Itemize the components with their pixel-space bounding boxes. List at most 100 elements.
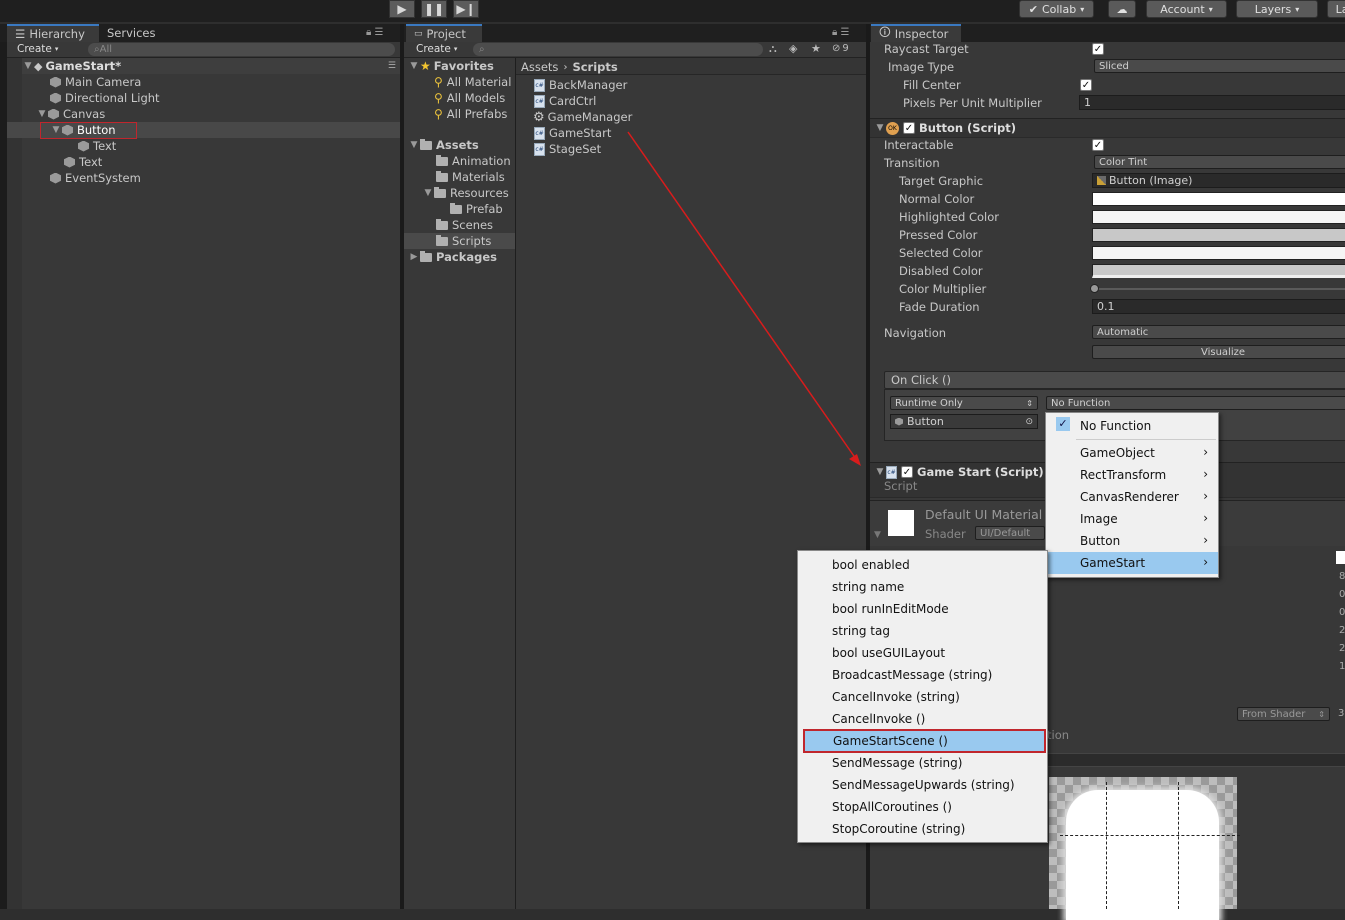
hidden-packages-toggle[interactable]: ⊘ 9 (832, 43, 849, 54)
filter-type-icon[interactable]: ⛬ (769, 42, 777, 56)
highlighted-color-swatch[interactable] (1092, 210, 1345, 224)
tab-hierarchy[interactable]: ☰ Hierarchy (7, 24, 99, 42)
interactable-checkbox[interactable]: ✓ (1092, 139, 1104, 151)
layers-button[interactable]: Layers ▾ (1236, 0, 1318, 18)
collab-button[interactable]: ✔ Collab ▾ (1019, 0, 1094, 18)
folder-prefab[interactable]: Prefab (450, 201, 503, 217)
target-graphic-field[interactable]: Button (Image) (1092, 173, 1345, 188)
object-ref-field[interactable]: Button ⊙ (890, 414, 1038, 429)
object-picker-icon[interactable]: ⊙ (1025, 417, 1033, 427)
image-type-dropdown[interactable]: Sliced (1094, 59, 1345, 73)
menu-item-cancelinvoke-string[interactable]: CancelInvoke (string) (798, 686, 1047, 708)
enabled-checkbox[interactable]: ✓ (903, 122, 915, 134)
function-dropdown[interactable]: No Function (1046, 396, 1345, 410)
menu-item-bool-useguilayout[interactable]: bool useGUILayout (798, 642, 1047, 664)
folder-animation[interactable]: Animation (436, 153, 511, 169)
hierarchy-item-directional-light[interactable]: Directional Light (50, 90, 160, 106)
cloud-button[interactable]: ☁ (1108, 0, 1136, 18)
tab-inspector[interactable]: 🛈︎ Inspector (871, 24, 961, 42)
menu-icon[interactable]: ☰ (388, 61, 396, 71)
normal-color-swatch[interactable] (1092, 192, 1345, 206)
menu-item-recttransform[interactable]: RectTransform › (1046, 464, 1218, 486)
menu-item-stopallcoroutines[interactable]: StopAllCoroutines () (798, 796, 1047, 818)
file-backmanager[interactable]: c# BackManager (534, 77, 627, 93)
packages-row[interactable]: ▶ Packages (408, 249, 497, 265)
hierarchy-search-input[interactable]: ⌕ All (88, 43, 395, 56)
menu-item-gamestart[interactable]: GameStart › (1046, 552, 1218, 574)
enabled-checkbox[interactable]: ✓ (901, 466, 913, 478)
chevron-down-icon: ▼ (874, 530, 881, 540)
folder-scenes[interactable]: Scenes (436, 217, 493, 233)
menu-item-sendmessage[interactable]: SendMessage (string) (798, 752, 1047, 774)
hierarchy-item-button[interactable]: ▼ Button (50, 122, 116, 138)
file-gamestart[interactable]: c# GameStart (534, 125, 611, 141)
ppu-field[interactable]: 1 (1079, 95, 1345, 110)
menu-item-sendmessageupwards[interactable]: SendMessageUpwards (string) (798, 774, 1047, 796)
disabled-color-swatch[interactable] (1092, 264, 1345, 278)
tab-project[interactable]: ▭ Project (406, 24, 482, 42)
tag-icon[interactable]: ◈ (789, 42, 797, 55)
menu-item-no-function[interactable]: ✓ No Function (1046, 413, 1218, 439)
menu-item-cancelinvoke[interactable]: CancelInvoke () (798, 708, 1047, 730)
hierarchy-item-button-text[interactable]: Text (78, 138, 116, 154)
selected-color-label: Selected Color (899, 246, 983, 260)
menu-item-broadcastmessage[interactable]: BroadcastMessage (string) (798, 664, 1047, 686)
material-preview (888, 510, 914, 536)
project-lock-icon[interactable]: 🔒︎ ☰ (832, 27, 849, 38)
transition-dropdown[interactable]: Color Tint (1094, 155, 1345, 169)
project-create-button[interactable]: Create ▾ (416, 43, 457, 55)
menu-item-image[interactable]: Image › (1046, 508, 1218, 530)
selected-color-swatch[interactable] (1092, 246, 1345, 260)
fade-duration-field[interactable]: 0.1 (1092, 299, 1345, 314)
slider-thumb[interactable] (1090, 284, 1099, 293)
fill-center-checkbox[interactable]: ✓ (1080, 79, 1092, 91)
favorite-all-material[interactable]: ⚲ All Material (434, 74, 511, 90)
menu-item-gamestartscene[interactable]: GameStartScene () (803, 729, 1046, 753)
visualize-button[interactable]: Visualize (1092, 345, 1345, 359)
favorites-row[interactable]: ▼ ★ Favorites (408, 58, 494, 74)
unity-scene-icon: ◆ (34, 59, 43, 73)
account-button[interactable]: Account ▾ (1146, 0, 1227, 18)
shader-dropdown[interactable]: UI/Default (975, 526, 1045, 540)
menu-item-bool-enabled[interactable]: bool enabled (798, 554, 1047, 576)
layout-button[interactable]: La (1327, 0, 1345, 18)
project-search-input[interactable]: ⌕ (473, 43, 763, 56)
file-stageset[interactable]: c# StageSet (534, 141, 601, 157)
pressed-color-swatch[interactable] (1092, 228, 1345, 242)
assets-row[interactable]: ▼ Assets (408, 137, 479, 153)
hierarchy-item-main-camera[interactable]: Main Camera (50, 74, 141, 90)
menu-item-button[interactable]: Button › (1046, 530, 1218, 552)
tab-services[interactable]: Services (99, 24, 164, 42)
star-filter-icon[interactable]: ★ (811, 42, 821, 55)
scene-row[interactable]: ▼ ◆ GameStart* ☰ (22, 58, 400, 74)
folder-resources[interactable]: ▼ Resources (422, 185, 509, 201)
raycast-target-checkbox[interactable]: ✓ (1092, 43, 1104, 55)
menu-item-bool-runineditmode[interactable]: bool runInEditMode (798, 598, 1047, 620)
hierarchy-create-button[interactable]: Create ▾ (17, 43, 58, 55)
menu-item-canvasrenderer[interactable]: CanvasRenderer › (1046, 486, 1218, 508)
favorite-all-prefabs[interactable]: ⚲ All Prefabs (434, 106, 507, 122)
color-multiplier-slider[interactable] (1092, 288, 1345, 290)
navigation-dropdown[interactable]: Automatic (1092, 325, 1345, 339)
runtime-only-dropdown[interactable]: Runtime Only ⇕ (890, 396, 1038, 410)
folder-materials[interactable]: Materials (436, 169, 505, 185)
hierarchy-item-canvas[interactable]: ▼ Canvas (36, 106, 106, 122)
from-shader-dropdown[interactable]: From Shader ⇕ (1237, 707, 1330, 721)
menu-item-string-tag[interactable]: string tag (798, 620, 1047, 642)
file-gamemanager[interactable]: ⚙ GameManager (533, 109, 632, 125)
folder-scripts[interactable]: Scripts (436, 233, 491, 249)
lock-icon[interactable]: 🔒︎ ☰ (366, 27, 383, 38)
step-button[interactable]: ▶❙ (453, 0, 479, 18)
dropdown-arrow-icon: ▾ (1295, 4, 1300, 14)
menu-item-string-name[interactable]: string name (798, 576, 1047, 598)
breadcrumb-assets[interactable]: Assets (521, 60, 558, 74)
breadcrumb-scripts[interactable]: Scripts (572, 60, 617, 74)
menu-item-gameobject[interactable]: GameObject › (1046, 442, 1218, 464)
file-cardctrl[interactable]: c# CardCtrl (534, 93, 596, 109)
hierarchy-item-text[interactable]: Text (64, 154, 102, 170)
favorite-all-models[interactable]: ⚲ All Models (434, 90, 505, 106)
pause-button[interactable]: ❚❚ (421, 0, 447, 18)
hierarchy-item-eventsystem[interactable]: EventSystem (50, 170, 141, 186)
play-button[interactable]: ▶ (389, 0, 415, 18)
menu-item-stopcoroutine[interactable]: StopCoroutine (string) (798, 818, 1047, 840)
